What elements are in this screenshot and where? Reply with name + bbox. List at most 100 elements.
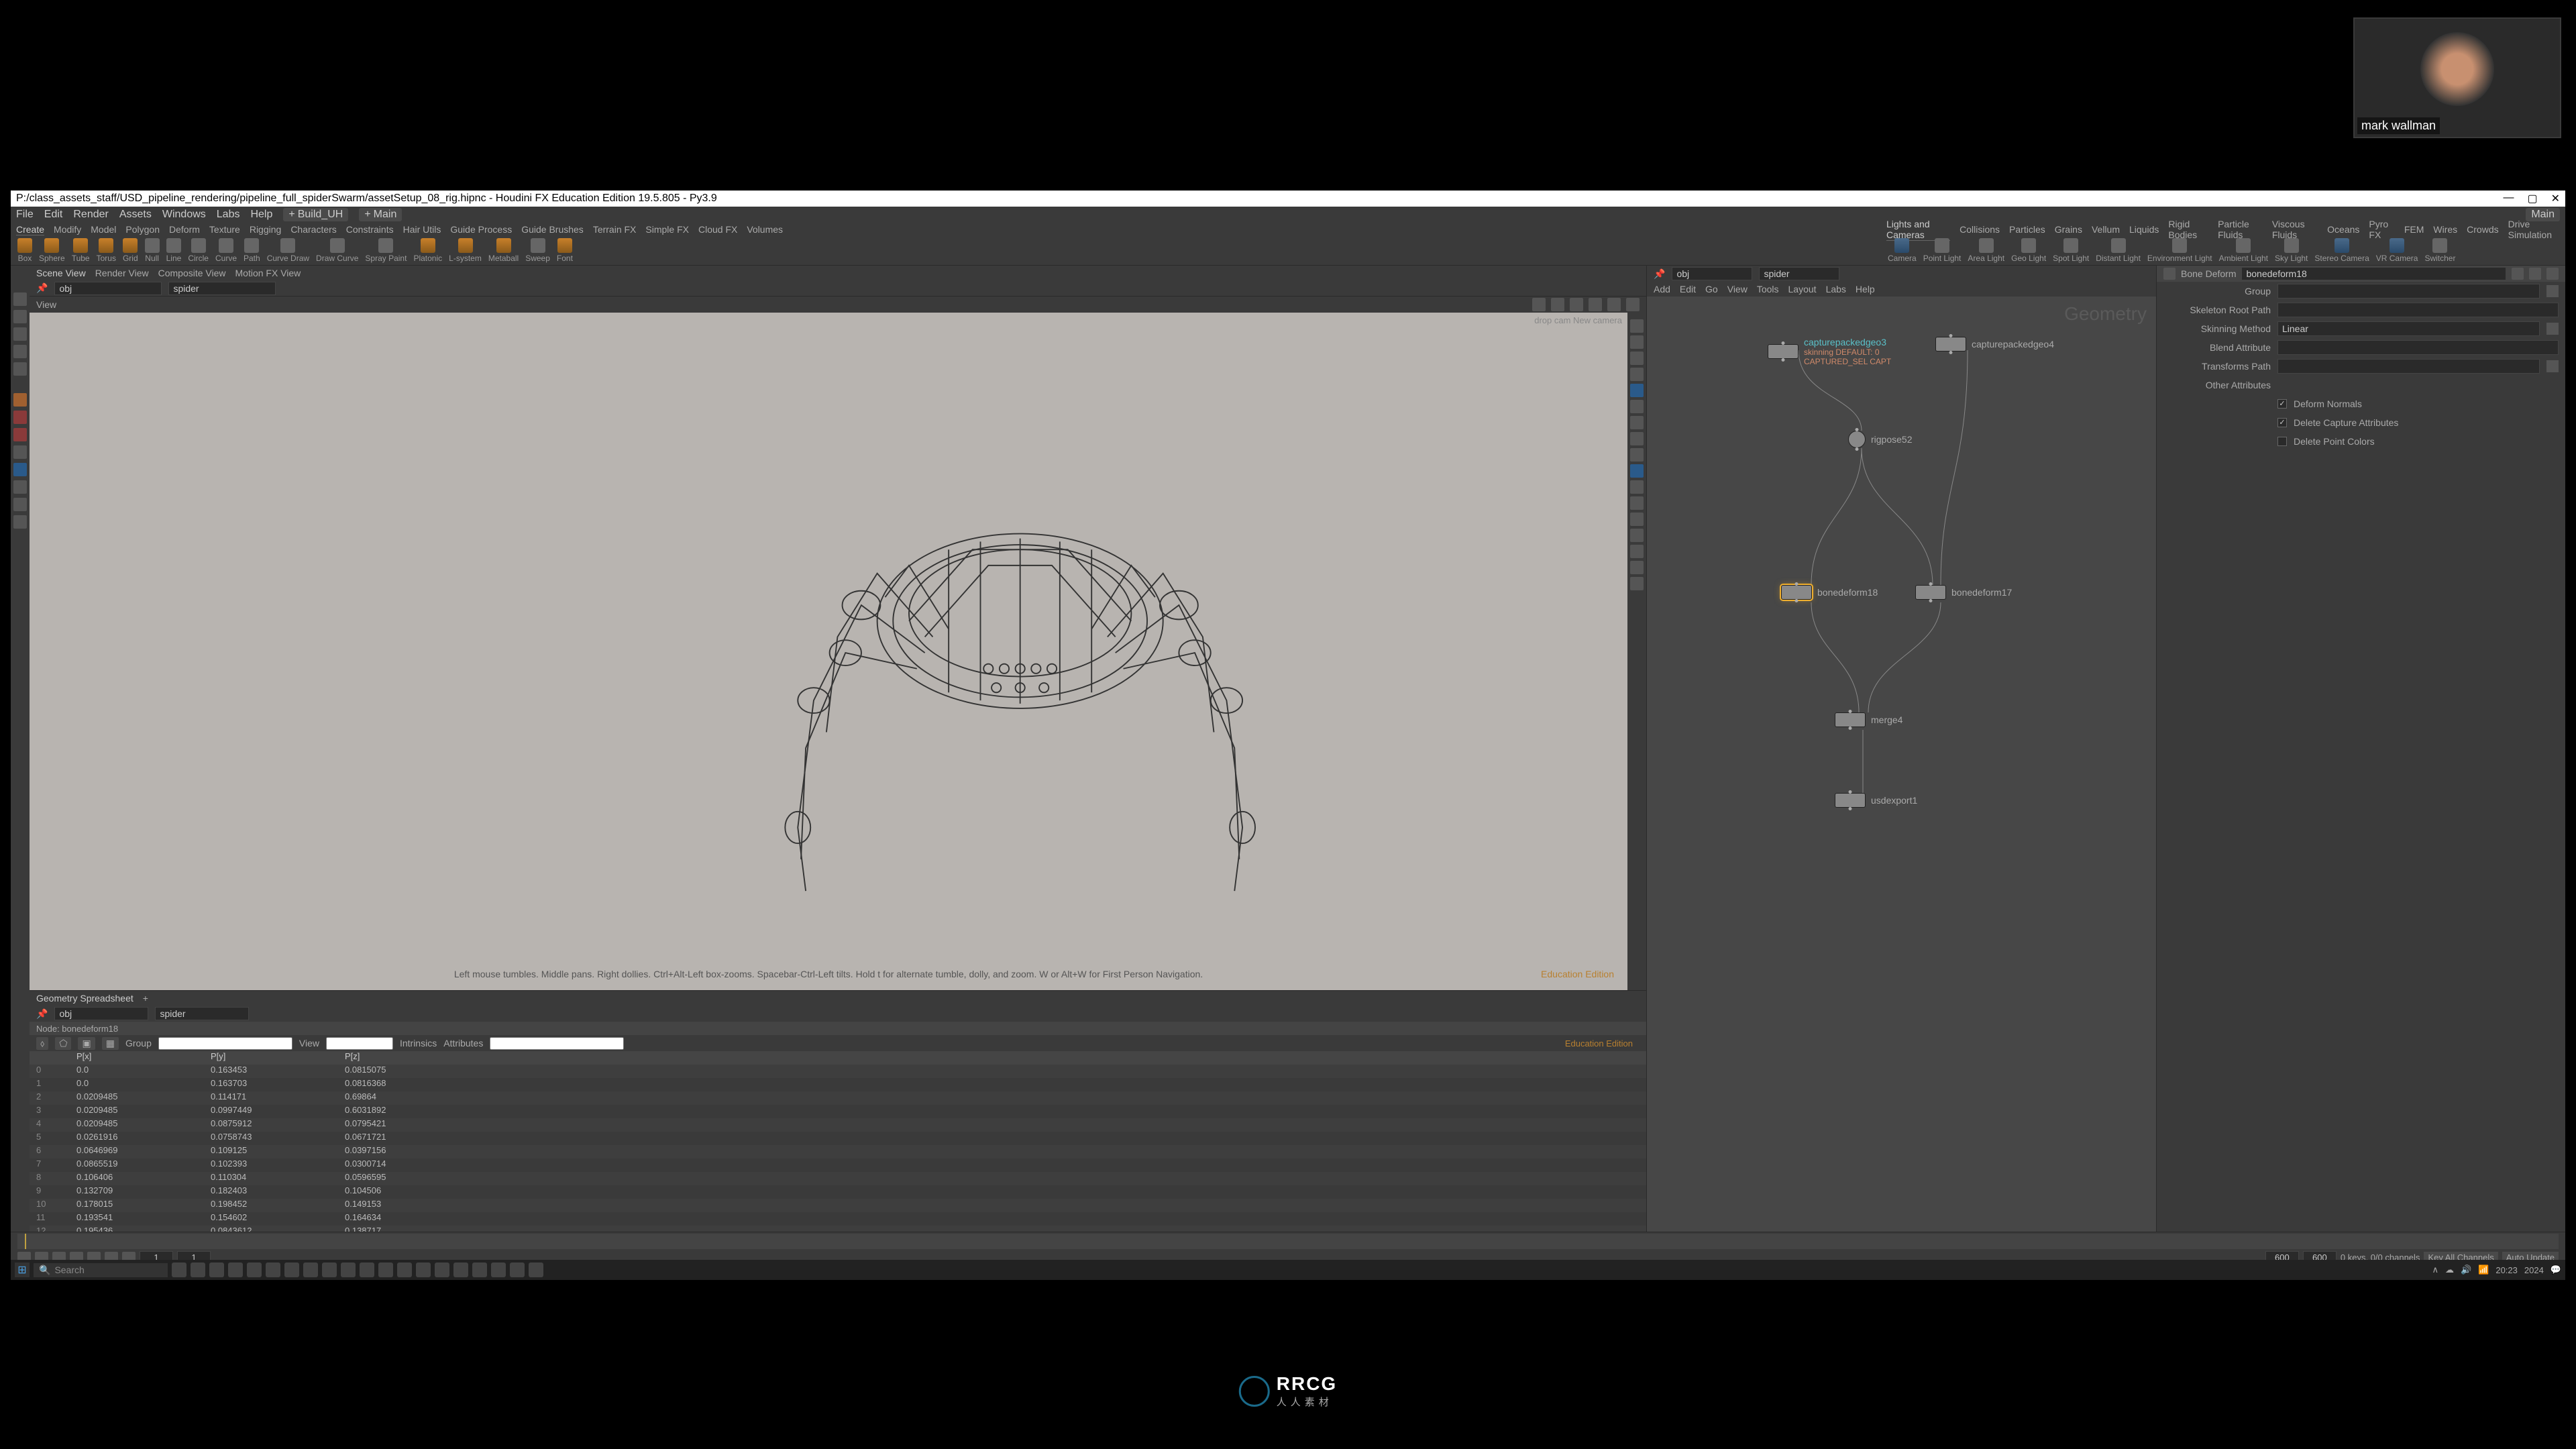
vp-btn-icon[interactable] [1532,298,1546,311]
app-icon[interactable] [360,1263,374,1277]
node-merge4[interactable]: merge4 [1835,712,1902,727]
arrow-tool-icon[interactable] [13,292,27,306]
minimize-icon[interactable]: — [2503,192,2514,205]
timeline-track[interactable] [17,1234,2559,1249]
shelf-tool[interactable]: Environment Light [2147,238,2212,263]
shelf-tool[interactable]: Camera [1888,238,1917,263]
shelf-tool[interactable]: Path [244,238,260,263]
col-header[interactable]: P[y] [211,1051,345,1065]
shelf-tab[interactable]: Viscous Fluids [2272,219,2318,240]
shelf-tab[interactable]: Guide Process [450,224,512,235]
col-header[interactable]: P[z] [345,1051,479,1065]
pin-icon[interactable]: 📌 [36,1008,48,1020]
rv-icon[interactable] [1630,384,1644,397]
shelf-tool[interactable]: Area Light [1968,238,2004,263]
node-name-input[interactable] [2241,267,2506,280]
shelf-tab[interactable]: Wires [2433,224,2457,235]
node-capturepackedgeo4[interactable]: capturepackedgeo4 [1935,337,2054,352]
prims-mode-icon[interactable]: ▣ [78,1037,95,1050]
shelf-tool[interactable]: Platonic [413,238,442,263]
net-menu-edit[interactable]: Edit [1680,284,1696,294]
shelf-tool[interactable]: Point Light [1923,238,1962,263]
close-icon[interactable]: ✕ [2551,192,2560,205]
new-tab-button[interactable]: + [143,993,148,1004]
motionfx-view-tab[interactable]: Motion FX View [235,268,301,278]
rv-icon[interactable] [1630,529,1644,542]
scale-tool-icon[interactable] [13,362,27,376]
playhead[interactable] [25,1234,26,1249]
shelf-tab[interactable]: Vellum [2092,224,2120,235]
detail-mode-icon[interactable]: ▦ [102,1037,119,1050]
app-icon[interactable] [472,1263,487,1277]
tool2-icon[interactable] [13,411,27,424]
net-menu-view[interactable]: View [1727,284,1748,294]
rv-icon[interactable] [1630,319,1644,333]
skinning-select[interactable] [2277,321,2540,336]
tool4-icon[interactable] [13,445,27,459]
shelf-tab[interactable]: Modify [54,224,81,235]
shelf-tab[interactable]: Particles [2009,224,2045,235]
shelf-tool[interactable]: Curve [215,238,237,263]
menu-file[interactable]: File [16,209,34,221]
shelf-tool[interactable]: Draw Curve [316,238,358,263]
rv-icon[interactable] [1630,513,1644,526]
notifications-icon[interactable]: 💬 [2551,1265,2561,1275]
table-row[interactable]: 40.02094850.08759120.0795421 [30,1118,1646,1132]
rv-icon[interactable] [1630,496,1644,510]
shelf-tab[interactable]: Crowds [2467,224,2498,235]
chevron-down-icon[interactable] [2546,323,2559,335]
shelf-tool[interactable]: Box [17,238,32,263]
shelf-tab[interactable]: Rigging [250,224,281,235]
vp-btn-icon[interactable] [1570,298,1583,311]
table-row[interactable]: 90.1327090.1824030.104506 [30,1185,1646,1199]
rv-icon[interactable] [1630,416,1644,429]
delete-capture-checkbox[interactable] [2277,418,2287,427]
viewport-path-spider[interactable] [168,282,276,295]
verts-mode-icon[interactable]: ⬠ [55,1037,71,1050]
shelf-tab[interactable]: Hair Utils [403,224,441,235]
vp-btn-icon[interactable] [1551,298,1564,311]
vp-btn-icon[interactable] [1589,298,1602,311]
shelf-tool[interactable]: Font [557,238,573,263]
delete-colors-checkbox[interactable] [2277,437,2287,446]
app-icon[interactable] [209,1263,224,1277]
rv-icon[interactable] [1630,335,1644,349]
shelf-tool[interactable]: Circle [188,238,209,263]
move-tool-icon[interactable] [13,327,27,341]
tool5-icon[interactable] [13,463,27,476]
group-input[interactable] [158,1037,292,1050]
menu-render[interactable]: Render [73,209,108,221]
menu-edit[interactable]: Edit [44,209,63,221]
table-row[interactable]: 120.1954360.08436120.138717 [30,1226,1646,1232]
blend-input[interactable] [2277,340,2559,355]
window-titlebar[interactable]: P:/class_assets_staff/USD_pipeline_rende… [11,191,2565,207]
app-icon[interactable] [284,1263,299,1277]
net-path-obj[interactable] [1672,267,1752,280]
rotate-tool-icon[interactable] [13,345,27,358]
app-icon[interactable] [341,1263,356,1277]
ss-path-obj[interactable] [54,1007,148,1020]
net-menu-go[interactable]: Go [1705,284,1718,294]
node-rigpose[interactable]: rigpose52 [1848,431,1913,448]
shelf-tab[interactable]: Rigid Bodies [2168,219,2208,240]
shelf-tool[interactable]: Curve Draw [267,238,309,263]
select-tool-icon[interactable] [13,310,27,323]
rv-icon[interactable] [1630,577,1644,590]
shelf-tab[interactable]: Cloud FX [698,224,737,235]
vp-btn-icon[interactable] [1626,298,1640,311]
tool8-icon[interactable] [13,515,27,529]
arrow-icon[interactable] [2546,285,2559,297]
table-row[interactable]: 80.1064060.1103040.0596595 [30,1172,1646,1185]
shelf-tab[interactable]: Characters [290,224,336,235]
shelf-tab[interactable]: Create [16,224,44,235]
shelf-tab[interactable]: Deform [169,224,200,235]
shelf-tool[interactable]: Ambient Light [2219,238,2268,263]
shelf-tab[interactable]: Particle Fluids [2218,219,2263,240]
vp-btn-icon[interactable] [1607,298,1621,311]
snap-tool-icon[interactable] [13,393,27,407]
net-menu-help[interactable]: Help [1856,284,1875,294]
app-icon[interactable] [397,1263,412,1277]
shelf-tool[interactable]: Sky Light [2275,238,2308,263]
rv-icon[interactable] [1630,368,1644,381]
shelf-tool[interactable]: Tube [72,238,90,263]
